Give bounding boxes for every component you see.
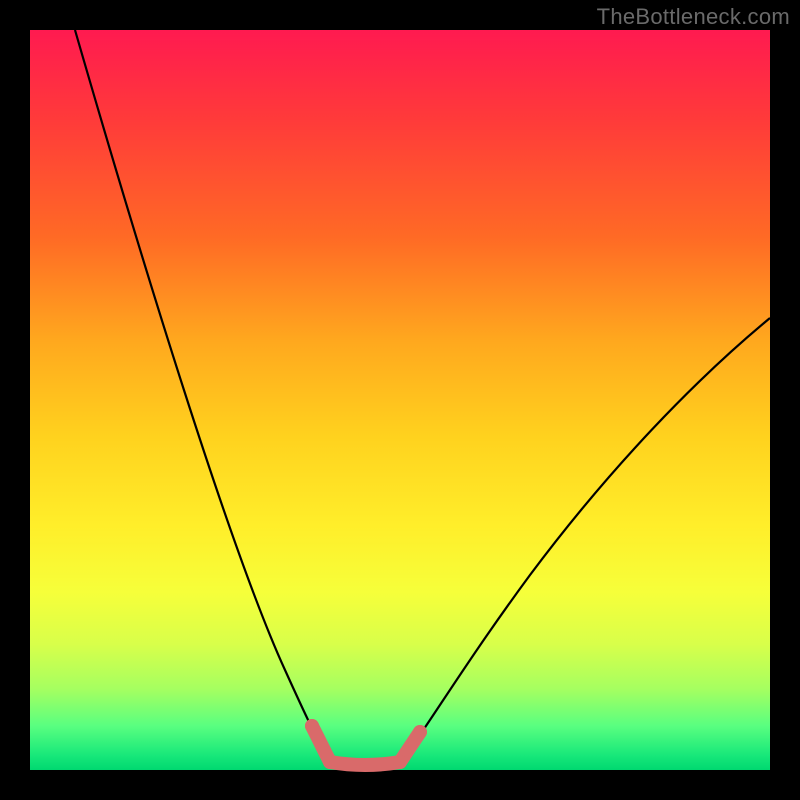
watermark-label: TheBottleneck.com (597, 4, 790, 30)
left-branch-curve (75, 30, 330, 762)
highlight-joint-left (323, 755, 337, 769)
curve-layer (30, 30, 770, 770)
highlight-left-dot (305, 719, 319, 733)
highlight-right-dot (413, 725, 427, 739)
highlight-joint-right (393, 755, 407, 769)
highlight-valley (330, 762, 400, 765)
right-branch-curve (400, 318, 770, 762)
chart-frame: TheBottleneck.com (0, 0, 800, 800)
plot-area (30, 30, 770, 770)
